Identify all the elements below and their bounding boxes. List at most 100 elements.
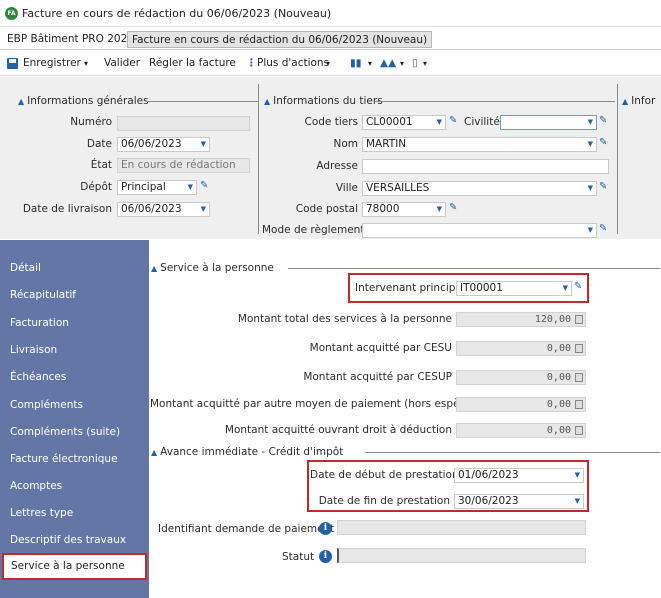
service-legend[interactable]: ▲ Service à la personne [151, 262, 274, 274]
chevron-down-icon[interactable]: ▼ [201, 138, 206, 151]
deduction-label: Montant acquitté ouvrant droit à déducti… [224, 424, 452, 436]
ville-field[interactable]: VERSAILLES ▼ [362, 181, 597, 196]
print-icon[interactable]: ▲▲ [380, 57, 396, 69]
collapse-chevron-icon[interactable]: ▲ [151, 264, 157, 273]
depot-field[interactable]: Principal ▼ [117, 180, 197, 195]
layout-icon[interactable]: ▮▮ [350, 57, 362, 69]
sidebar-item-descriptif-travaux[interactable]: Descriptif des travaux [0, 527, 149, 554]
validate-button[interactable]: Valider [104, 57, 140, 69]
adresse-field[interactable] [362, 159, 609, 174]
code-tiers-field[interactable]: CL00001 ▼ [362, 115, 446, 130]
chevron-down-icon[interactable]: ▼ [588, 116, 593, 129]
save-dropdown-icon[interactable]: ▾ [84, 59, 88, 68]
other-info-legend[interactable]: ▲ Infor [622, 95, 655, 107]
general-info-title: Informations générales [27, 95, 149, 107]
date-debut-field[interactable]: 01/06/2023 ▼ [454, 468, 584, 483]
calculator-icon[interactable] [575, 315, 583, 324]
livraison-label: Date de livraison [22, 203, 112, 215]
sidebar-item-lettres-type[interactable]: Lettres type [0, 500, 149, 527]
civilite-label: Civilité [464, 116, 500, 128]
tiers-info-legend[interactable]: ▲ Informations du tiers [264, 95, 383, 107]
sidebar-item-complements-suite[interactable]: Compléments (suite) [0, 419, 149, 446]
sidebar-item-facture-electronique[interactable]: Facture électronique [0, 446, 149, 473]
cesup-value: 0,00 [546, 372, 571, 383]
depot-label: Dépôt [80, 181, 112, 193]
mobile-dropdown-icon[interactable]: ▾ [423, 59, 427, 68]
settle-invoice-button[interactable]: Régler la facture [149, 57, 236, 69]
date-value: 06/06/2023 [121, 138, 182, 150]
chevron-down-icon[interactable]: ▼ [588, 182, 593, 195]
sidebar-item-recapitulatif[interactable]: Récapitulatif [0, 282, 149, 309]
divider [288, 268, 660, 269]
reglement-label: Mode de règlement [262, 224, 365, 236]
code-postal-field[interactable]: 78000 ▼ [362, 202, 446, 217]
reglement-field[interactable]: ▼ [362, 223, 597, 238]
sidebar-item-acomptes[interactable]: Acomptes [0, 473, 149, 500]
cesup-field: 0,00 [456, 370, 586, 385]
sidebar-item-livraison[interactable]: Livraison [0, 337, 149, 364]
more-actions-button[interactable]: Plus d'actions [257, 57, 329, 69]
divider [146, 101, 258, 102]
chevron-down-icon[interactable]: ▼ [188, 181, 193, 194]
calculator-icon[interactable] [575, 344, 583, 353]
chevron-down-icon[interactable]: ▼ [437, 203, 442, 216]
print-dropdown-icon[interactable]: ▾ [400, 59, 404, 68]
chevron-down-icon[interactable]: ▼ [575, 469, 580, 482]
edit-pencil-icon[interactable]: ✎ [449, 202, 457, 213]
chevron-down-icon[interactable]: ▼ [575, 495, 580, 508]
calculator-icon[interactable] [575, 400, 583, 409]
nom-field[interactable]: MARTIN ▼ [362, 137, 597, 152]
edit-pencil-icon[interactable]: ✎ [449, 115, 457, 126]
civilite-field[interactable]: ▼ [500, 115, 597, 130]
other-info-title: Infor [631, 95, 656, 107]
edit-pencil-icon[interactable]: ✎ [599, 181, 607, 192]
collapse-chevron-icon[interactable]: ▲ [18, 97, 24, 106]
info-icon[interactable]: i [319, 550, 332, 563]
livraison-field[interactable]: 06/06/2023 ▼ [117, 202, 210, 217]
mobile-icon[interactable]: ▯ [412, 57, 418, 69]
calculator-icon[interactable] [575, 373, 583, 382]
autre-moyen-field: 0,00 [456, 397, 586, 412]
general-info-legend[interactable]: ▲ Informations générales [18, 95, 149, 107]
date-field[interactable]: 06/06/2023 ▼ [117, 137, 210, 152]
tab-ebp-home[interactable]: EBP Bâtiment PRO 2022 [3, 31, 138, 48]
intervenant-field[interactable]: IT00001 ▼ [456, 281, 572, 296]
chevron-down-icon[interactable]: ▼ [201, 203, 206, 216]
info-icon[interactable]: i [319, 522, 332, 535]
edit-pencil-icon[interactable]: ✎ [200, 180, 208, 191]
date-fin-field[interactable]: 30/06/2023 ▼ [454, 494, 584, 509]
avance-legend[interactable]: ▲ Avance immédiate - Crédit d'impôt [151, 446, 343, 458]
collapse-chevron-icon[interactable]: ▲ [151, 448, 157, 457]
layout-dropdown-icon[interactable]: ▾ [368, 59, 372, 68]
save-icon[interactable] [7, 58, 18, 69]
edit-pencil-icon[interactable]: ✎ [574, 281, 582, 292]
chevron-down-icon[interactable]: ▼ [437, 116, 442, 129]
sidebar-item-echeances[interactable]: Échéances [0, 364, 149, 391]
more-actions-dropdown-icon[interactable]: ▾ [326, 59, 330, 68]
chevron-down-icon[interactable]: ▼ [588, 224, 593, 237]
tab-invoice[interactable]: Facture en cours de rédaction du 06/06/2… [127, 31, 433, 48]
statut-field[interactable] [337, 548, 586, 563]
date-fin-label: Date de fin de prestation [318, 495, 450, 507]
chevron-down-icon[interactable]: ▼ [588, 138, 593, 151]
intervenant-value: IT00001 [460, 282, 503, 294]
edit-pencil-icon[interactable]: ✎ [599, 223, 607, 234]
sidebar-item-facturation[interactable]: Facturation [0, 310, 149, 337]
nom-label: Nom [333, 138, 358, 150]
chevron-down-icon[interactable]: ▼ [563, 282, 568, 295]
total-services-value: 120,00 [534, 314, 571, 325]
total-services-label: Montant total des services à la personne [237, 313, 452, 325]
numero-field [117, 116, 250, 131]
code-postal-value: 78000 [366, 203, 400, 215]
sidebar-item-service-personne[interactable]: Service à la personne [2, 553, 147, 580]
collapse-chevron-icon[interactable]: ▲ [622, 97, 628, 106]
calculator-icon[interactable] [575, 426, 583, 435]
sidebar-item-complements[interactable]: Compléments [0, 392, 149, 419]
edit-pencil-icon[interactable]: ✎ [599, 115, 607, 126]
cesu-label: Montant acquitté par CESU [309, 342, 452, 354]
livraison-value: 06/06/2023 [121, 203, 182, 215]
sidebar-item-detail[interactable]: Détail [0, 255, 149, 282]
collapse-chevron-icon[interactable]: ▲ [264, 97, 270, 106]
edit-pencil-icon[interactable]: ✎ [599, 137, 607, 148]
save-button[interactable]: Enregistrer [23, 57, 81, 69]
